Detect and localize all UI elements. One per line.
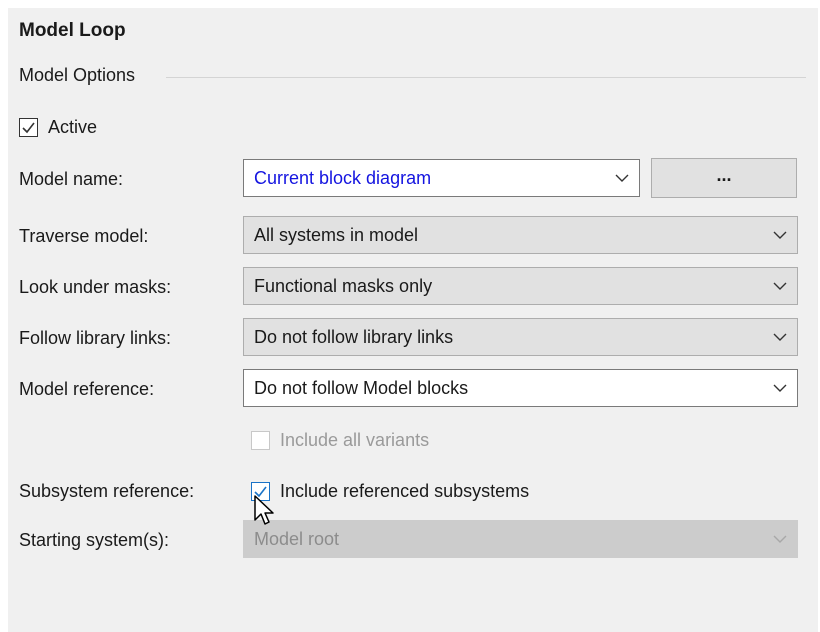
chevron-down-icon	[763, 521, 797, 557]
model-reference-label: Model reference:	[19, 379, 155, 399]
look-under-masks-value: Functional masks only	[254, 275, 433, 296]
model-reference-value: Do not follow Model blocks	[254, 377, 469, 398]
follow-library-links-dropdown[interactable]: Do not follow library links	[243, 318, 798, 356]
model-name-value[interactable]: Current block diagram	[244, 168, 605, 189]
look-under-masks-dropdown[interactable]: Functional masks only	[243, 267, 798, 305]
chevron-down-icon[interactable]	[605, 160, 639, 196]
model-name-combobox[interactable]: Current block diagram	[243, 159, 640, 197]
model-options-group-label: Model Options	[19, 65, 136, 85]
model-reference-dropdown[interactable]: Do not follow Model blocks	[243, 369, 798, 407]
include-all-variants-checkbox	[251, 431, 270, 450]
follow-library-links-value: Do not follow library links	[254, 326, 454, 347]
chevron-down-icon	[763, 370, 797, 406]
look-under-masks-label: Look under masks:	[19, 277, 172, 297]
include-referenced-subsystems-label[interactable]: Include referenced subsystems	[280, 481, 529, 502]
model-name-label: Model name:	[19, 169, 124, 189]
starting-systems-value: Model root	[254, 528, 340, 549]
chevron-down-icon	[763, 319, 797, 355]
subsystem-reference-label: Subsystem reference:	[19, 481, 195, 501]
starting-systems-dropdown: Model root	[243, 520, 798, 558]
check-icon	[22, 122, 35, 134]
panel-title: Model Loop	[19, 20, 126, 41]
model-loop-panel: Model Loop Model Options Active Model na…	[8, 8, 818, 632]
traverse-model-dropdown[interactable]: All systems in model	[243, 216, 798, 254]
starting-systems-label: Starting system(s):	[19, 530, 170, 550]
active-label[interactable]: Active	[48, 117, 97, 138]
group-divider	[166, 77, 806, 78]
chevron-down-icon	[763, 217, 797, 253]
mouse-pointer-icon	[254, 495, 274, 525]
include-all-variants-label: Include all variants	[280, 430, 430, 450]
traverse-model-label: Traverse model:	[19, 226, 149, 246]
traverse-model-value: All systems in model	[254, 224, 419, 245]
browse-model-button[interactable]: ...	[651, 158, 797, 198]
active-checkbox[interactable]	[19, 118, 38, 137]
chevron-down-icon	[763, 268, 797, 304]
follow-library-links-label: Follow library links:	[19, 328, 172, 348]
